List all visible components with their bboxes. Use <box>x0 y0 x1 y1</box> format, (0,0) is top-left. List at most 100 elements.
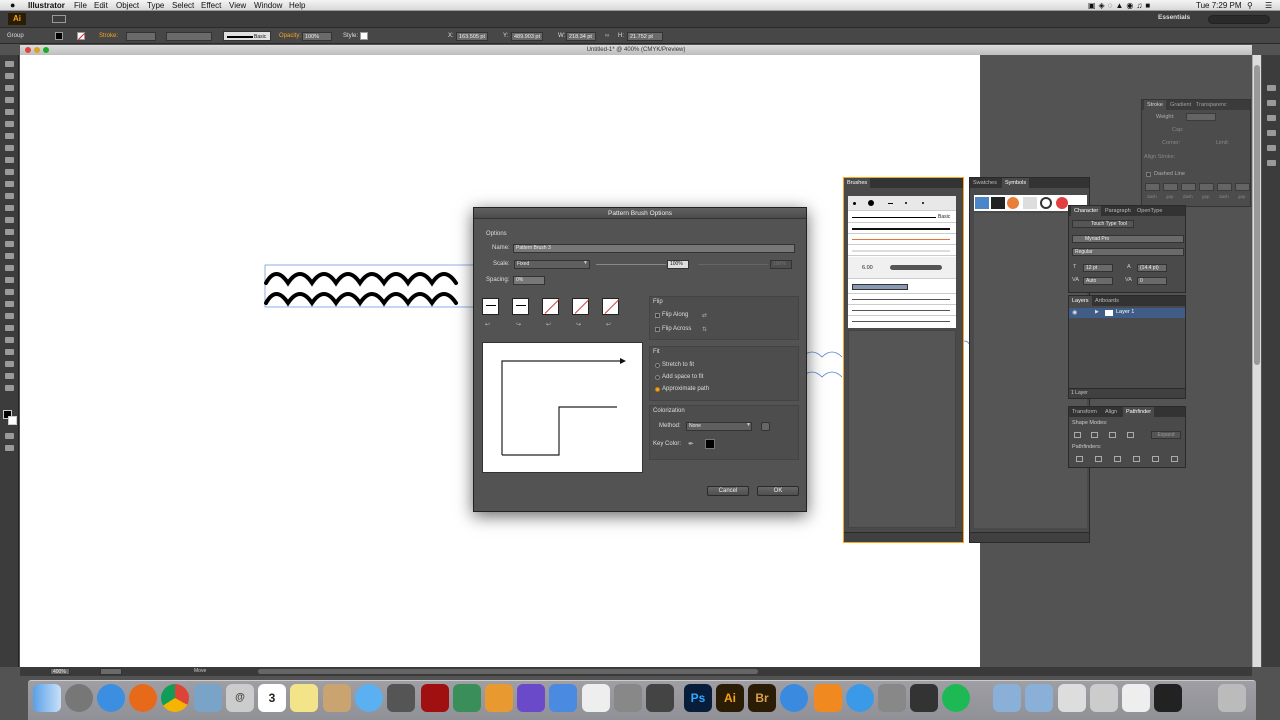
contacts-icon[interactable] <box>323 684 351 712</box>
art-brush-row-3[interactable] <box>848 246 956 256</box>
mesh-tool-icon[interactable] <box>5 277 14 283</box>
trim-icon[interactable] <box>1095 456 1102 462</box>
cancel-button[interactable]: Cancel <box>707 486 749 496</box>
menu-type[interactable]: Type <box>147 0 164 11</box>
photo-booth-icon[interactable] <box>421 684 449 712</box>
type-tool-icon[interactable] <box>5 121 14 127</box>
zoom-tool-icon[interactable] <box>5 385 14 391</box>
kerning-field[interactable]: Auto <box>1083 277 1113 285</box>
outline-icon[interactable] <box>1152 456 1159 462</box>
workspace-switcher[interactable]: Essentials <box>1158 14 1190 21</box>
close-window-button[interactable] <box>25 47 31 53</box>
system-preferences-icon[interactable] <box>614 684 642 712</box>
textedit-icon[interactable] <box>582 684 610 712</box>
stretch-to-fit-radio[interactable] <box>655 363 660 368</box>
approximate-path-radio[interactable] <box>655 387 660 392</box>
brush-definition[interactable]: Basic <box>223 31 271 41</box>
gradient-tool-icon[interactable] <box>5 289 14 295</box>
zoom-window-button[interactable] <box>43 47 49 53</box>
touch-type-tool-button[interactable]: Touch Type Tool <box>1072 220 1134 228</box>
tab-transform[interactable]: Transform <box>1072 407 1097 417</box>
graphic-styles-panel-icon[interactable] <box>1267 130 1276 136</box>
symbol-swatch-2[interactable] <box>991 197 1005 209</box>
end-tile-button[interactable] <box>602 298 620 315</box>
arrange-documents-icon[interactable] <box>52 15 66 23</box>
minimize-window-button[interactable] <box>34 47 40 53</box>
brush-dot-tiny[interactable] <box>905 202 907 204</box>
tab-brushes[interactable]: Brushes <box>844 178 871 188</box>
merge-icon[interactable] <box>1114 456 1121 462</box>
width-field[interactable]: 218.34 pt <box>566 31 596 41</box>
mail-icon[interactable]: @ <box>226 684 254 712</box>
start-tile-button[interactable] <box>572 298 590 315</box>
minus-back-icon[interactable] <box>1171 456 1178 462</box>
symbol-swatch-5[interactable] <box>1040 197 1052 209</box>
clock[interactable]: Tue 7:29 PM <box>1196 0 1242 11</box>
divide-icon[interactable] <box>1076 456 1083 462</box>
vertical-scrollbar[interactable] <box>1252 55 1261 667</box>
expand-triangle-icon[interactable]: ▶ <box>1095 309 1099 315</box>
line-tool-icon[interactable] <box>5 133 14 139</box>
opacity-field[interactable]: 100% <box>302 31 332 41</box>
flip-along-checkbox[interactable] <box>655 313 660 318</box>
symbol-swatch-4[interactable] <box>1023 197 1037 209</box>
pages-icon[interactable] <box>485 684 513 712</box>
ibooks-icon[interactable] <box>814 684 842 712</box>
list-icon[interactable]: ☰ <box>1265 0 1272 11</box>
add-space-to-fit-radio[interactable] <box>655 375 660 380</box>
horizontal-scroll-thumb[interactable] <box>258 669 758 674</box>
scale-tool-icon[interactable] <box>5 217 14 223</box>
dash-field-3[interactable] <box>1217 183 1232 191</box>
direct-selection-tool-icon[interactable] <box>5 73 14 79</box>
menu-file[interactable]: File <box>74 0 87 11</box>
symbol-sprayer-tool-icon[interactable] <box>5 325 14 331</box>
blend-tool-icon[interactable] <box>5 313 14 319</box>
exclude-icon[interactable] <box>1127 432 1134 438</box>
brush-dot-large[interactable] <box>868 200 874 206</box>
key-color-swatch[interactable] <box>705 439 715 449</box>
gap-field-3[interactable] <box>1235 183 1250 191</box>
rotate-tool-icon[interactable] <box>5 205 14 211</box>
keynote-icon[interactable] <box>549 684 577 712</box>
menu-help[interactable]: Help <box>289 0 305 11</box>
art-brush-row-2[interactable] <box>848 235 956 245</box>
pattern-brush-row-4[interactable] <box>848 317 956 327</box>
spacing-field[interactable]: 0% <box>513 276 545 285</box>
color-panel-icon[interactable] <box>1267 85 1276 91</box>
flip-across-checkbox[interactable] <box>655 327 660 332</box>
y-field[interactable]: 489.903 pt <box>511 31 543 41</box>
color-mode-icon[interactable] <box>5 433 14 439</box>
trash-icon[interactable] <box>1218 684 1246 712</box>
expand-button[interactable]: Expand <box>1151 431 1181 439</box>
tab-stroke[interactable]: Stroke <box>1144 100 1166 110</box>
tab-transparency[interactable]: Transparenc <box>1196 100 1227 110</box>
app-store-icon[interactable] <box>846 684 874 712</box>
itunes-icon[interactable] <box>780 684 808 712</box>
menu-select[interactable]: Select <box>172 0 194 11</box>
method-dropdown[interactable]: None <box>686 422 752 431</box>
terminal-stack-icon[interactable] <box>1154 684 1182 712</box>
stroke-color-icon[interactable] <box>8 416 17 425</box>
crop-icon[interactable] <box>1133 456 1140 462</box>
stroke-weight-field[interactable] <box>126 31 156 41</box>
calligraphic-brush-row[interactable] <box>848 196 956 211</box>
x-field[interactable]: 163.505 pt <box>456 31 488 41</box>
search-field[interactable] <box>1208 15 1270 24</box>
color-guide-panel-icon[interactable] <box>1267 100 1276 106</box>
pattern-brush-row-2[interactable] <box>848 295 956 305</box>
side-tile-button[interactable] <box>482 298 499 315</box>
scale-slider[interactable] <box>596 264 666 265</box>
tab-gradient[interactable]: Gradient <box>1170 100 1191 110</box>
drawing-mode-icon[interactable] <box>5 445 14 451</box>
tab-artboards[interactable]: Artboards <box>1095 296 1119 306</box>
layer-name[interactable]: Layer 1 <box>1116 309 1134 315</box>
launchpad-icon[interactable] <box>65 684 93 712</box>
safari-icon[interactable] <box>97 684 125 712</box>
scale-slider-2[interactable] <box>698 264 768 265</box>
selection-tool-icon[interactable] <box>5 61 14 67</box>
intersect-icon[interactable] <box>1109 432 1116 438</box>
applications-folder-icon[interactable] <box>993 684 1021 712</box>
art-brush-row-1[interactable] <box>848 224 956 234</box>
menu-edit[interactable]: Edit <box>94 0 108 11</box>
bridge-icon[interactable]: Br <box>748 684 776 712</box>
